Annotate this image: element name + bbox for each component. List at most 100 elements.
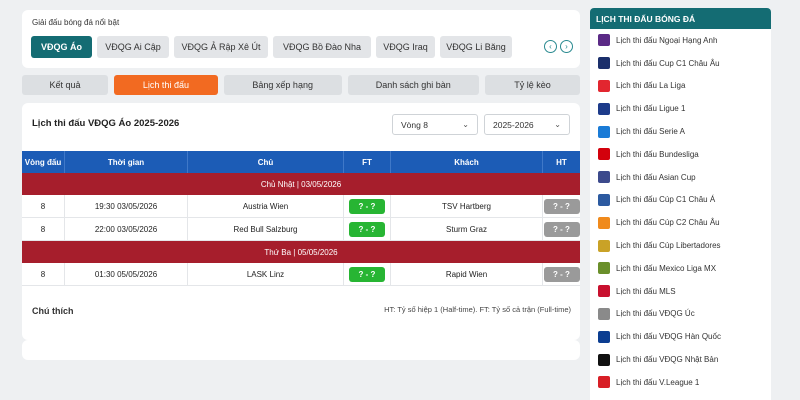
ht-score-badge: ? - ? (543, 221, 580, 237)
header-round: Vòng đấu (22, 151, 65, 173)
europa-league-icon (598, 216, 610, 229)
sidebar-item[interactable]: Lịch thi đấu Cúp C2 Châu Âu (590, 211, 771, 234)
league-chip[interactable]: VĐQG Li Băng (440, 36, 512, 58)
table-header: Vòng đấu Thời gian Chủ FT Khách HT (22, 151, 580, 173)
ht-score-badge: ? - ? (543, 266, 580, 282)
sidebar-item[interactable]: Lịch thi đấu Cúp C1 Châu Á (590, 189, 771, 212)
ht-cell: ? - ? (543, 263, 580, 285)
ft-cell: ? - ? (344, 263, 391, 285)
sidebar-item-label: Lịch thi đấu Bundesliga (616, 149, 699, 159)
league-chip[interactable]: VĐQG Áo (31, 36, 92, 58)
sidebar-item-label: Lịch thi đấu Serie A (616, 127, 685, 137)
tab[interactable]: Tỷ lệ kèo (485, 75, 580, 95)
sidebar-item-label: Lịch thi đấu La Liga (616, 81, 686, 91)
legend-label: Chú thích (32, 306, 74, 316)
schedule-table: Vòng đấu Thời gian Chủ FT Khách HT Chủ N… (22, 151, 580, 286)
sidebar-item[interactable]: Lịch thi đấu VĐQG Nhật Bản (590, 348, 771, 371)
sidebar-item[interactable]: Lịch thi đấu Bundesliga (590, 143, 771, 166)
libertadores-icon (598, 239, 610, 252)
sidebar-title: LỊCH THI ĐẤU BÓNG ĐÁ (590, 8, 771, 29)
sidebar-item-label: Lịch thi đấu Cúp Libertadores (616, 241, 721, 251)
sidebar-item[interactable]: Lịch thi đấu Ligue 1 (590, 97, 771, 120)
table-row[interactable]: 8 01:30 05/05/2026 LASK Linz? - ? Rapid Wie… (22, 263, 580, 286)
empty-panel (22, 340, 580, 360)
away-team[interactable]: TSV Hartberg (391, 195, 543, 217)
sidebar-list: Lịch thi đấu Ngoại Hạng Anh Lịch thi đấu … (590, 29, 771, 394)
ft-cell: ? - ? (344, 195, 391, 217)
sidebar-item[interactable]: Lịch thi đấu Asian Cup (590, 166, 771, 189)
ft-score-badge[interactable]: ? - ? (349, 221, 385, 237)
sidebar-item[interactable]: Lịch thi đấu V.League 1 (590, 371, 771, 394)
season-select-value: 2025-2026 (493, 119, 534, 130)
chevron-right-icon[interactable]: › (560, 40, 573, 53)
sidebar-item-label: Lịch thi đấu VĐQG Hàn Quốc (616, 332, 721, 342)
table-row[interactable]: 8 19:30 03/05/2026 Austria Wien? - ? TSV Ha… (22, 195, 580, 218)
sidebar-item[interactable]: Lịch thi đấu Ngoại Hạng Anh (590, 29, 771, 52)
date-group-header: Thứ Ba | 05/05/2026 (22, 241, 580, 263)
legend-text: HT: Tỷ số hiệp 1 (Half-time). FT: Tỷ số … (384, 305, 571, 314)
sidebar-item-label: Lịch thi đấu Ligue 1 (616, 104, 686, 114)
mls-icon (598, 285, 610, 298)
league-chip[interactable]: VĐQG Iraq (376, 36, 435, 58)
ft-cell: ? - ? (344, 218, 391, 240)
chevron-left-icon[interactable]: ‹ (544, 40, 557, 53)
sidebar-item-label: Lịch thi đấu VĐQG Nhật Bản (616, 355, 719, 365)
tab[interactable]: Danh sách ghi bàn (347, 75, 480, 95)
tab[interactable]: Lịch thi đấu (114, 75, 218, 95)
table-body: Chủ Nhật | 03/05/2026 8 19:30 03/05/2026 Au… (22, 173, 580, 286)
sidebar-item[interactable]: Lịch thi đấu MLS (590, 280, 771, 303)
sidebar-item[interactable]: Lịch thi đấu VĐQG Hàn Quốc (590, 325, 771, 348)
tab[interactable]: Bảng xếp hạng (223, 75, 342, 95)
league-nav: ‹ › (544, 40, 573, 53)
away-team[interactable]: Sturm Graz (391, 218, 543, 240)
match-round: 8 (22, 195, 65, 217)
ft-score-badge[interactable]: ? - ? (349, 198, 385, 214)
ht-score-badge: ? - ? (543, 198, 580, 214)
sidebar-item[interactable]: Lịch thi đấu Cúp Libertadores (590, 234, 771, 257)
sidebar-item[interactable]: Lịch thi đấu Serie A (590, 120, 771, 143)
sidebar-item[interactable]: Lịch thi đấu VĐQG Úc (590, 303, 771, 326)
round-select[interactable]: Vòng 8 ⌄ (392, 114, 478, 135)
featured-leagues-panel: Giải đấu bóng đá nổi bật VĐQG Áo VĐQG Ai … (22, 10, 580, 68)
schedule-sidebar: LỊCH THI ĐẤU BÓNG ĐÁ Lịch thi đấu Ngoại … (590, 8, 771, 400)
sidebar-item-label: Lịch thi đấu MLS (616, 286, 676, 296)
sidebar-item-label: Lịch thi đấu Mexico Liga MX (616, 263, 717, 273)
ht-cell: ? - ? (543, 218, 580, 240)
asian-cup-icon (598, 171, 610, 184)
sidebar-item[interactable]: Lịch thi đấu La Liga (590, 75, 771, 98)
round-select-value: Vòng 8 (401, 119, 428, 130)
ft-score-badge[interactable]: ? - ? (349, 266, 385, 282)
date-group-header: Chủ Nhật | 03/05/2026 (22, 173, 580, 195)
match-time: 22:00 03/05/2026 (65, 218, 188, 240)
tab[interactable]: Kết quả (22, 75, 109, 95)
table-row[interactable]: 8 22:00 03/05/2026 Red Bull Salzburg? - ? S… (22, 218, 580, 241)
header-home: Chủ (188, 151, 344, 173)
home-team[interactable]: Austria Wien (188, 195, 344, 217)
sidebar-item-label: Lịch thi đấu V.League 1 (616, 377, 700, 387)
header-time: Thời gian (65, 151, 188, 173)
header-away: Khách (391, 151, 543, 173)
header-ft: FT (344, 151, 391, 173)
header-ht: HT (556, 157, 567, 167)
ligue1-icon (598, 102, 610, 115)
ht-cell: ? - ? (543, 195, 580, 217)
liga-mx-icon (598, 262, 610, 275)
league-chip[interactable]: VĐQG Ả Rập Xê Út (174, 36, 268, 58)
home-team[interactable]: Red Bull Salzburg (188, 218, 344, 240)
away-team[interactable]: Rapid Wien (391, 263, 543, 285)
league-chip[interactable]: VĐQG Ai Cập (97, 36, 169, 58)
sidebar-item-label: Lịch thi đấu Cup C1 Châu Âu (616, 58, 720, 68)
sidebar-item[interactable]: Lịch thi đấu Cup C1 Châu Âu (590, 52, 771, 75)
chevron-down-icon: ⌄ (462, 120, 469, 129)
sidebar-item-label: Lịch thi đấu Ngoại Hạng Anh (616, 35, 718, 45)
bundesliga-icon (598, 148, 610, 161)
sidebar-item[interactable]: Lịch thi đấu Mexico Liga MX (590, 257, 771, 280)
season-select[interactable]: 2025-2026 ⌄ (484, 114, 570, 135)
schedule-title: Lịch thi đấu VĐQG Áo 2025-2026 (32, 118, 180, 129)
featured-leagues-title: Giải đấu bóng đá nổi bật (32, 18, 120, 27)
champions-league-icon (598, 57, 610, 70)
home-team[interactable]: LASK Linz (188, 263, 344, 285)
laliga-icon (598, 79, 610, 92)
league-chip[interactable]: VĐQG Bồ Đào Nha (273, 36, 371, 58)
afc-champions-icon (598, 193, 610, 206)
